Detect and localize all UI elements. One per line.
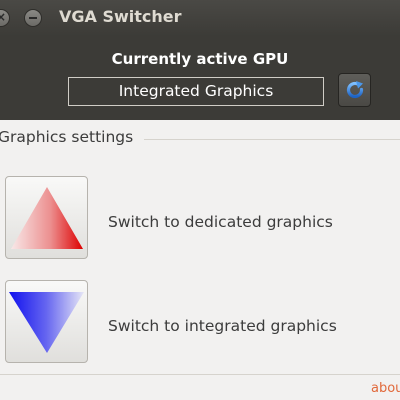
refresh-button[interactable] bbox=[338, 73, 371, 107]
switch-integrated-label: Switch to integrated graphics bbox=[108, 317, 337, 335]
switch-integrated-button[interactable] bbox=[5, 280, 88, 363]
active-gpu-panel: Currently active GPU Integrated Graphics bbox=[0, 36, 400, 120]
red-triangle-up-icon bbox=[11, 187, 83, 249]
active-gpu-label: Currently active GPU bbox=[111, 50, 289, 68]
minimize-window-button[interactable] bbox=[24, 9, 42, 27]
switch-dedicated-label: Switch to dedicated graphics bbox=[108, 213, 333, 231]
blue-triangle-down-icon bbox=[9, 292, 84, 353]
close-window-button[interactable]: × bbox=[0, 9, 10, 27]
footer-divider bbox=[0, 374, 400, 375]
title-bar: × VGA Switcher bbox=[0, 0, 400, 36]
switch-dedicated-button[interactable] bbox=[5, 176, 88, 259]
section-divider bbox=[144, 139, 400, 140]
about-link[interactable]: about bbox=[371, 381, 400, 396]
active-gpu-field: Integrated Graphics bbox=[68, 77, 324, 106]
graphics-settings-label: Graphics settings bbox=[0, 128, 134, 146]
refresh-icon bbox=[346, 81, 364, 99]
window-title: VGA Switcher bbox=[59, 7, 182, 26]
